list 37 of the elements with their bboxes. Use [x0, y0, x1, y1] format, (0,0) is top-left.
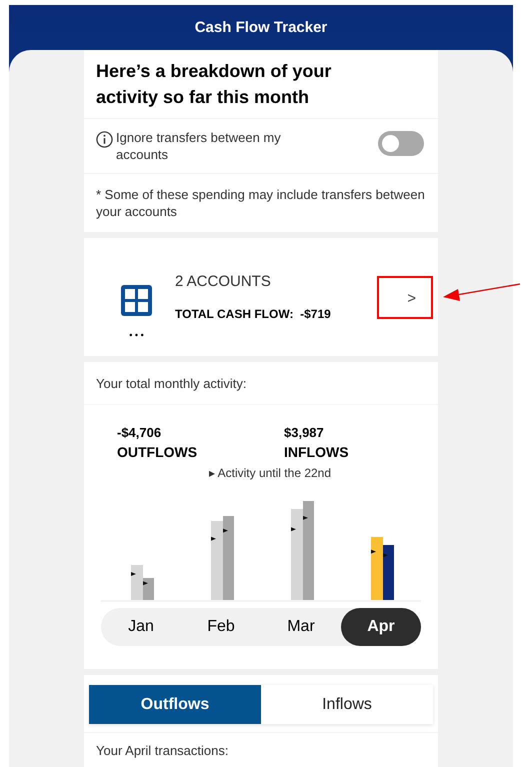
total-cash-flow: TOTAL CASH FLOW: -$719 [175, 306, 332, 324]
marker-icon [291, 527, 296, 532]
toggle-switch[interactable] [378, 131, 424, 156]
month-tab[interactable]: Feb [181, 608, 261, 646]
toggle-label: Ignore transfers between my accounts [116, 129, 282, 163]
flow-tab[interactable]: Outflows [89, 685, 261, 724]
app-title: Cash Flow Tracker [194, 18, 328, 38]
transactions-title: Your April transactions: [84, 732, 438, 760]
marker-icon [371, 550, 376, 554]
outflows-amount: -$4,706 [117, 424, 162, 442]
more-dots[interactable]: • • • [129, 331, 144, 340]
chart-legend: ▸ Activity until the 22nd [102, 464, 438, 482]
marker-icon [143, 581, 148, 586]
activity-title: Your total monthly activity: [95, 375, 248, 393]
outflow-bar [131, 565, 143, 600]
open-accounts-button[interactable]: > [399, 288, 424, 310]
marker-icon [211, 536, 216, 541]
accounts-count: 2 ACCOUNTS [175, 272, 272, 292]
transfers-note: * Some of these spending may include transfers between your accounts [84, 173, 438, 232]
info-icon[interactable] [96, 131, 113, 148]
inflow-bar [383, 545, 394, 600]
month-tab[interactable]: Apr [341, 608, 421, 646]
outflow-bar [371, 537, 383, 600]
inflow-bar [143, 578, 154, 600]
month-tab[interactable]: Jan [101, 608, 181, 646]
marker-icon [383, 553, 388, 558]
month-tab[interactable]: Mar [261, 608, 341, 646]
marker-icon [223, 528, 228, 533]
marker-icon [303, 516, 308, 520]
inflows-label: INFLOWS [284, 443, 349, 462]
summary-heading: Here’s a breakdown of your activity so far this month [95, 60, 332, 109]
highlight-box [377, 276, 433, 319]
flow-tab[interactable]: Inflows [261, 685, 433, 724]
inflows-amount: $3,987 [284, 424, 325, 442]
outflows-label: OUTFLOWS [117, 443, 198, 462]
grid-icon [120, 284, 153, 317]
marker-icon [131, 572, 136, 576]
